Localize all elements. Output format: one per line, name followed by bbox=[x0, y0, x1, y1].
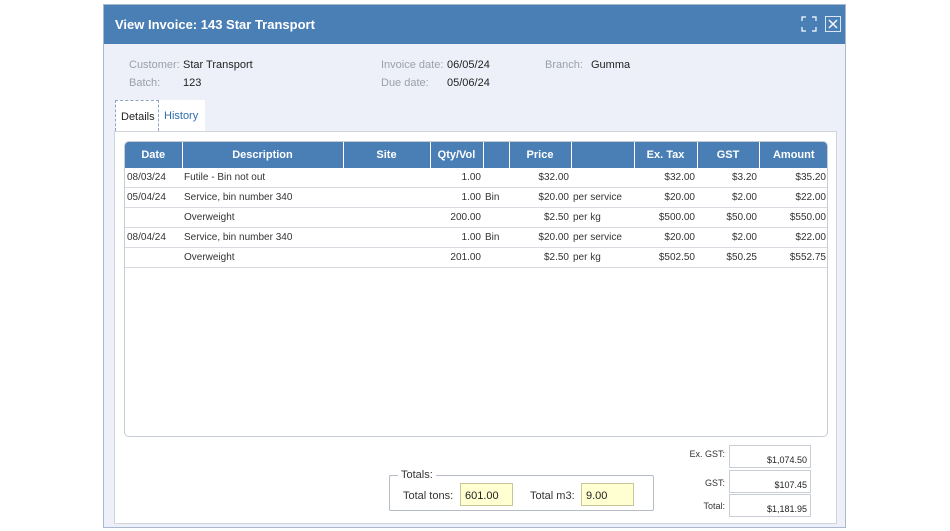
col-date[interactable]: Date bbox=[125, 142, 183, 168]
total-m3-label: Total m3: bbox=[530, 490, 575, 502]
cell-qty: 1.00 bbox=[430, 227, 483, 248]
totals-group: Totals: Total tons: 601.00 Total m3: 9.0… bbox=[389, 469, 654, 511]
cell-description: Service, bin number 340 bbox=[182, 187, 343, 208]
cell-description: Overweight bbox=[182, 207, 343, 228]
col-gst[interactable]: GST bbox=[697, 142, 760, 168]
invoice-date-value: 06/05/24 bbox=[447, 59, 490, 71]
invoice-lines-grid[interactable]: Date Description Site Qty/Vol Price Ex. … bbox=[124, 141, 828, 437]
table-row[interactable]: Overweight 201.00 $2.50 per kg $502.50 $… bbox=[125, 247, 827, 268]
close-icon[interactable] bbox=[825, 16, 841, 32]
cell-price-unit: per service bbox=[571, 187, 634, 208]
col-amount[interactable]: Amount bbox=[759, 142, 827, 168]
cell-price-unit: per service bbox=[571, 227, 634, 248]
ex-gst-label: Ex. GST: bbox=[689, 449, 725, 459]
branch-label: Branch: bbox=[545, 59, 583, 71]
cell-unit bbox=[483, 207, 509, 228]
cell-date: 08/04/24 bbox=[125, 227, 182, 248]
table-row[interactable]: Overweight 200.00 $2.50 per kg $500.00 $… bbox=[125, 207, 827, 228]
customer-value: Star Transport bbox=[183, 59, 253, 71]
cell-gst: $3.20 bbox=[697, 168, 759, 188]
cell-date: 05/04/24 bbox=[125, 187, 182, 208]
cell-description: Overweight bbox=[182, 247, 343, 268]
cell-price-unit: per kg bbox=[571, 207, 634, 228]
total-value: $1,181.95 bbox=[729, 494, 811, 517]
tab-details[interactable]: Details bbox=[115, 100, 159, 131]
cell-qty: 200.00 bbox=[430, 207, 483, 228]
cell-site bbox=[343, 187, 430, 208]
cell-unit: Bin bbox=[483, 187, 509, 208]
cell-site bbox=[343, 207, 430, 228]
gst-label: GST: bbox=[704, 478, 725, 488]
gst-value: $107.45 bbox=[729, 470, 811, 493]
col-unit[interactable] bbox=[483, 142, 510, 168]
totals-legend: Totals: bbox=[398, 469, 436, 481]
total-tons-label: Total tons: bbox=[403, 490, 454, 502]
dialog-titlebar[interactable]: View Invoice: 143 Star Transport bbox=[104, 5, 845, 44]
total-tons-field[interactable]: 601.00 bbox=[460, 483, 513, 506]
col-price[interactable]: Price bbox=[509, 142, 572, 168]
cell-description: Futile - Bin not out bbox=[182, 168, 343, 188]
total-label: Total: bbox=[703, 501, 725, 511]
invoice-date-label: Invoice date: bbox=[381, 59, 444, 71]
cell-unit: Bin bbox=[483, 227, 509, 248]
cell-qty: 1.00 bbox=[430, 187, 483, 208]
cell-gst: $2.00 bbox=[697, 187, 759, 208]
cell-gst: $50.25 bbox=[697, 247, 759, 268]
table-row[interactable]: 08/03/24 Futile - Bin not out 1.00 $32.0… bbox=[125, 168, 827, 188]
cell-price: $20.00 bbox=[509, 187, 571, 208]
invoice-dialog: View Invoice: 143 Star Transport Custome… bbox=[103, 4, 846, 528]
cell-gst: $2.00 bbox=[697, 227, 759, 248]
cell-unit bbox=[483, 247, 509, 268]
cell-date bbox=[125, 207, 182, 228]
cell-ex-tax: $20.00 bbox=[634, 187, 697, 208]
tab-history[interactable]: History bbox=[159, 100, 205, 131]
expand-icon[interactable] bbox=[801, 16, 817, 32]
cell-price: $2.50 bbox=[509, 247, 571, 268]
cell-amount: $22.00 bbox=[759, 227, 827, 248]
batch-label: Batch: bbox=[129, 77, 161, 89]
cell-price: $2.50 bbox=[509, 207, 571, 228]
cell-description: Service, bin number 340 bbox=[182, 227, 343, 248]
cell-amount: $552.75 bbox=[759, 247, 827, 268]
cell-amount: $35.20 bbox=[759, 168, 827, 188]
cell-price-unit bbox=[571, 168, 634, 188]
cell-price: $20.00 bbox=[509, 227, 571, 248]
due-date-value: 05/06/24 bbox=[447, 77, 490, 89]
cell-ex-tax: $500.00 bbox=[634, 207, 697, 228]
cell-amount: $22.00 bbox=[759, 187, 827, 208]
customer-label: Customer: bbox=[129, 59, 180, 71]
table-row[interactable]: 08/04/24 Service, bin number 340 1.00 Bi… bbox=[125, 227, 827, 248]
details-panel: Date Description Site Qty/Vol Price Ex. … bbox=[114, 131, 837, 524]
cell-site bbox=[343, 227, 430, 248]
due-date-label: Due date: bbox=[381, 77, 429, 89]
ex-gst-value: $1,074.50 bbox=[729, 445, 811, 468]
table-row[interactable]: 05/04/24 Service, bin number 340 1.00 Bi… bbox=[125, 187, 827, 208]
cell-amount: $550.00 bbox=[759, 207, 827, 228]
batch-value: 123 bbox=[183, 77, 202, 89]
cell-ex-tax: $32.00 bbox=[634, 168, 697, 188]
cell-unit bbox=[483, 168, 509, 188]
cell-qty: 201.00 bbox=[430, 247, 483, 268]
col-site[interactable]: Site bbox=[343, 142, 431, 168]
cell-site bbox=[343, 168, 430, 188]
col-qty-vol[interactable]: Qty/Vol bbox=[430, 142, 484, 168]
cell-ex-tax: $502.50 bbox=[634, 247, 697, 268]
cell-qty: 1.00 bbox=[430, 168, 483, 188]
cell-date bbox=[125, 247, 182, 268]
cell-gst: $50.00 bbox=[697, 207, 759, 228]
col-price-unit[interactable] bbox=[571, 142, 635, 168]
col-description[interactable]: Description bbox=[182, 142, 344, 168]
cell-price: $32.00 bbox=[509, 168, 571, 188]
col-ex-tax[interactable]: Ex. Tax bbox=[634, 142, 698, 168]
cell-ex-tax: $20.00 bbox=[634, 227, 697, 248]
cell-site bbox=[343, 247, 430, 268]
branch-value: Gumma bbox=[591, 59, 631, 71]
total-m3-field[interactable]: 9.00 bbox=[581, 483, 634, 506]
cell-price-unit: per kg bbox=[571, 247, 634, 268]
dialog-title: View Invoice: 143 Star Transport bbox=[115, 17, 315, 32]
cell-date: 08/03/24 bbox=[125, 168, 182, 188]
